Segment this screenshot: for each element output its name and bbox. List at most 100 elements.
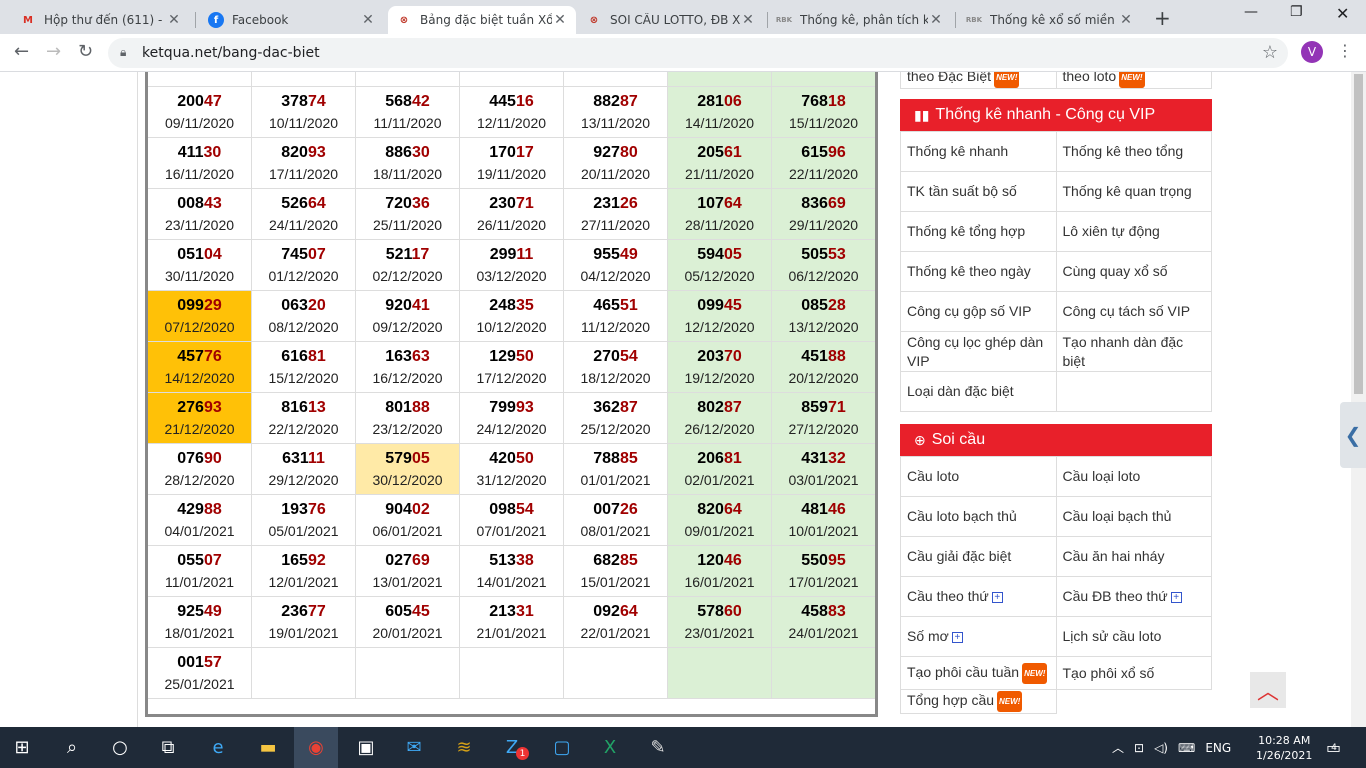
store-icon[interactable]: ▣ bbox=[344, 727, 388, 768]
result-cell: 61596 22/11/2020 bbox=[772, 138, 875, 189]
zalo-icon[interactable]: Z1 bbox=[490, 727, 534, 768]
menu-kebab-icon[interactable]: ⋮ bbox=[1337, 41, 1353, 60]
scrollbar-thumb[interactable] bbox=[1354, 74, 1363, 394]
result-cell: 74507 01/12/2020 bbox=[252, 240, 356, 291]
vertical-scrollbar[interactable] bbox=[1351, 72, 1366, 727]
url-text[interactable]: ketqua.net/bang-dac-biet bbox=[142, 45, 320, 61]
sidebar-link[interactable]: Thống kê nhanh bbox=[900, 131, 1057, 172]
sidebar-link[interactable]: Cầu loại loto bbox=[1055, 456, 1212, 497]
paint-icon[interactable]: ✎ bbox=[636, 727, 680, 768]
result-cell: 45188 20/12/2020 bbox=[772, 342, 875, 393]
network-icon[interactable]: ⊡ bbox=[1134, 741, 1144, 755]
remote-desktop-icon[interactable]: ▢ bbox=[540, 727, 584, 768]
keyboard-icon[interactable]: ⌨ bbox=[1178, 741, 1195, 755]
sidebar-link[interactable]: Cầu loại bạch thủ bbox=[1055, 496, 1212, 537]
tab-bang-dac-biet[interactable]: ⊗ Bảng đặc biệt tuần Xổ S ✕ bbox=[388, 6, 576, 34]
prize-number: 00157 bbox=[177, 653, 222, 673]
tab-soi-cau[interactable]: ⊗ SOI CẦU LOTTO, ĐB XSI ✕ bbox=[578, 6, 764, 34]
prize-number: 45883 bbox=[801, 602, 846, 622]
prize-tail-digits: 31 bbox=[515, 603, 534, 620]
close-window-button[interactable]: ✕ bbox=[1336, 4, 1349, 23]
sidebar-link[interactable]: TK tần suất bộ số bbox=[900, 171, 1057, 212]
sidebar-link[interactable]: Tạo nhanh dàn đặc biệt bbox=[1055, 331, 1212, 372]
result-cell: 45776 14/12/2020 bbox=[148, 342, 252, 393]
chevron-up-icon[interactable]: ︿ bbox=[1112, 739, 1124, 756]
sidebar-link[interactable]: Cầu ĐB theo thứ + bbox=[1055, 576, 1212, 617]
prize-tail-digits: 02 bbox=[411, 501, 430, 518]
draw-date: 05/12/2020 bbox=[684, 268, 755, 284]
new-tab-button[interactable]: + bbox=[1154, 6, 1171, 30]
address-bar[interactable]: 🔒︎ ketqua.net/bang-dac-biet ☆ bbox=[108, 38, 1288, 68]
minimize-button[interactable]: — bbox=[1244, 4, 1258, 20]
windows-start-icon[interactable]: ⊞ bbox=[0, 727, 44, 768]
scroll-to-top-button[interactable]: ︿ bbox=[1250, 672, 1286, 708]
clock[interactable]: 10:28 AM 1/26/2021 bbox=[1256, 727, 1312, 768]
notification-icon[interactable]: ▭ 4 bbox=[1326, 727, 1341, 768]
draw-date: 14/11/2020 bbox=[684, 115, 755, 131]
sidebar-link-label: Loại dàn đặc biệt bbox=[907, 383, 1014, 399]
close-icon[interactable]: ✕ bbox=[552, 12, 568, 28]
sidebar-link[interactable]: Cầu giải đặc biệt bbox=[900, 536, 1057, 577]
sidebar-link[interactable]: Thống kê quan trọng bbox=[1055, 171, 1212, 212]
sidebar-link[interactable]: Thống kê theo tổng bbox=[1055, 131, 1212, 172]
excel-icon[interactable]: X bbox=[588, 727, 632, 768]
result-cell: 92780 20/11/2020 bbox=[564, 138, 668, 189]
tab-facebook[interactable]: f Facebook ✕ bbox=[200, 6, 384, 34]
prize-tail-digits: 81 bbox=[307, 348, 326, 365]
sidebar-link[interactable]: Cầu loto bbox=[900, 456, 1057, 497]
maximize-button[interactable]: ❐ bbox=[1290, 4, 1303, 20]
back-button[interactable]: ← bbox=[14, 41, 29, 62]
app-icon[interactable]: ≋ bbox=[442, 727, 486, 768]
edge-icon[interactable]: e bbox=[196, 727, 240, 768]
sidebar-link[interactable]: Công cụ tách số VIP bbox=[1055, 291, 1212, 332]
mail-icon[interactable]: ✉ bbox=[392, 727, 436, 768]
sidebar-link[interactable]: Thống kê theo ngày bbox=[900, 251, 1057, 292]
task-view-icon[interactable]: ⧉ bbox=[146, 727, 190, 768]
tab-gmail[interactable]: M Hộp thư đến (611) - vie ✕ bbox=[12, 6, 190, 34]
sidebar-link[interactable]: Tổng hợp cầu NEW! bbox=[900, 689, 1057, 714]
file-explorer-icon[interactable]: ▬ bbox=[246, 727, 290, 768]
profile-avatar[interactable]: V bbox=[1301, 41, 1323, 63]
reload-button[interactable]: ↻ bbox=[78, 41, 93, 62]
sidebar-link[interactable]: Cầu ăn hai nháy bbox=[1055, 536, 1212, 577]
language-indicator[interactable]: ENG bbox=[1205, 741, 1231, 755]
sidebar-link[interactable]: theo loto NEW! bbox=[1055, 72, 1212, 89]
bookmark-star-icon[interactable]: ☆ bbox=[1262, 42, 1278, 63]
sidebar-link[interactable]: Tạo phôi cầu tuần NEW! bbox=[900, 656, 1057, 690]
close-icon[interactable]: ✕ bbox=[166, 12, 182, 28]
sidebar-link-label: Thống kê theo ngày bbox=[907, 263, 1031, 279]
draw-date: 30/12/2020 bbox=[372, 472, 443, 488]
sidebar-link[interactable]: Cùng quay xổ số bbox=[1055, 251, 1212, 292]
prize-tail-digits: 35 bbox=[515, 297, 534, 314]
chevron-left-icon[interactable]: ❮ bbox=[1340, 402, 1366, 468]
sidebar-link[interactable]: Cầu loto bạch thủ bbox=[900, 496, 1057, 537]
expand-plus-icon[interactable]: + bbox=[951, 631, 963, 643]
cortana-icon[interactable]: ○ bbox=[98, 727, 142, 768]
sidebar-link[interactable]: theo Đặc Biệt NEW! bbox=[900, 72, 1057, 89]
sidebar-link[interactable]: Thống kê tổng hợp bbox=[900, 211, 1057, 252]
tab-thong-ke-phan-tich[interactable]: RBK Thống kê, phân tích kết ✕ bbox=[768, 6, 952, 34]
sidebar-link[interactable]: Tạo phôi xổ số bbox=[1055, 656, 1212, 690]
volume-icon[interactable]: ◁) bbox=[1154, 741, 1168, 755]
sidebar-link[interactable]: Công cụ gộp số VIP bbox=[900, 291, 1057, 332]
draw-date: 17/01/2021 bbox=[788, 574, 859, 590]
search-icon[interactable]: ⌕ bbox=[50, 727, 94, 768]
expand-plus-icon[interactable]: + bbox=[991, 591, 1003, 603]
sidebar-link[interactable]: Số mơ + bbox=[900, 616, 1057, 657]
tab-thong-ke-mien-bac[interactable]: RBK Thống kê xổ số miền Bắ ✕ bbox=[958, 6, 1142, 34]
expand-plus-icon[interactable]: + bbox=[1170, 591, 1182, 603]
sidebar-link[interactable]: Cầu theo thứ + bbox=[900, 576, 1057, 617]
close-icon[interactable]: ✕ bbox=[740, 12, 756, 28]
chrome-icon[interactable]: ◉ bbox=[294, 727, 338, 768]
sidebar-link[interactable]: Công cụ lọc ghép dàn VIP bbox=[900, 331, 1057, 372]
forward-button[interactable]: → bbox=[46, 41, 61, 62]
sidebar-link[interactable]: Lịch sử cầu loto bbox=[1055, 616, 1212, 657]
sidebar-link[interactable]: Loại dàn đặc biệt bbox=[900, 371, 1057, 412]
result-cell: 80188 23/12/2020 bbox=[356, 393, 460, 444]
close-icon[interactable]: ✕ bbox=[1118, 12, 1134, 28]
sidebar-link[interactable]: Lô xiên tự động bbox=[1055, 211, 1212, 252]
sidebar-link-label: Thống kê quan trọng bbox=[1062, 183, 1192, 199]
close-icon[interactable]: ✕ bbox=[928, 12, 944, 28]
prize-number: 07690 bbox=[177, 449, 222, 469]
close-icon[interactable]: ✕ bbox=[360, 12, 376, 28]
